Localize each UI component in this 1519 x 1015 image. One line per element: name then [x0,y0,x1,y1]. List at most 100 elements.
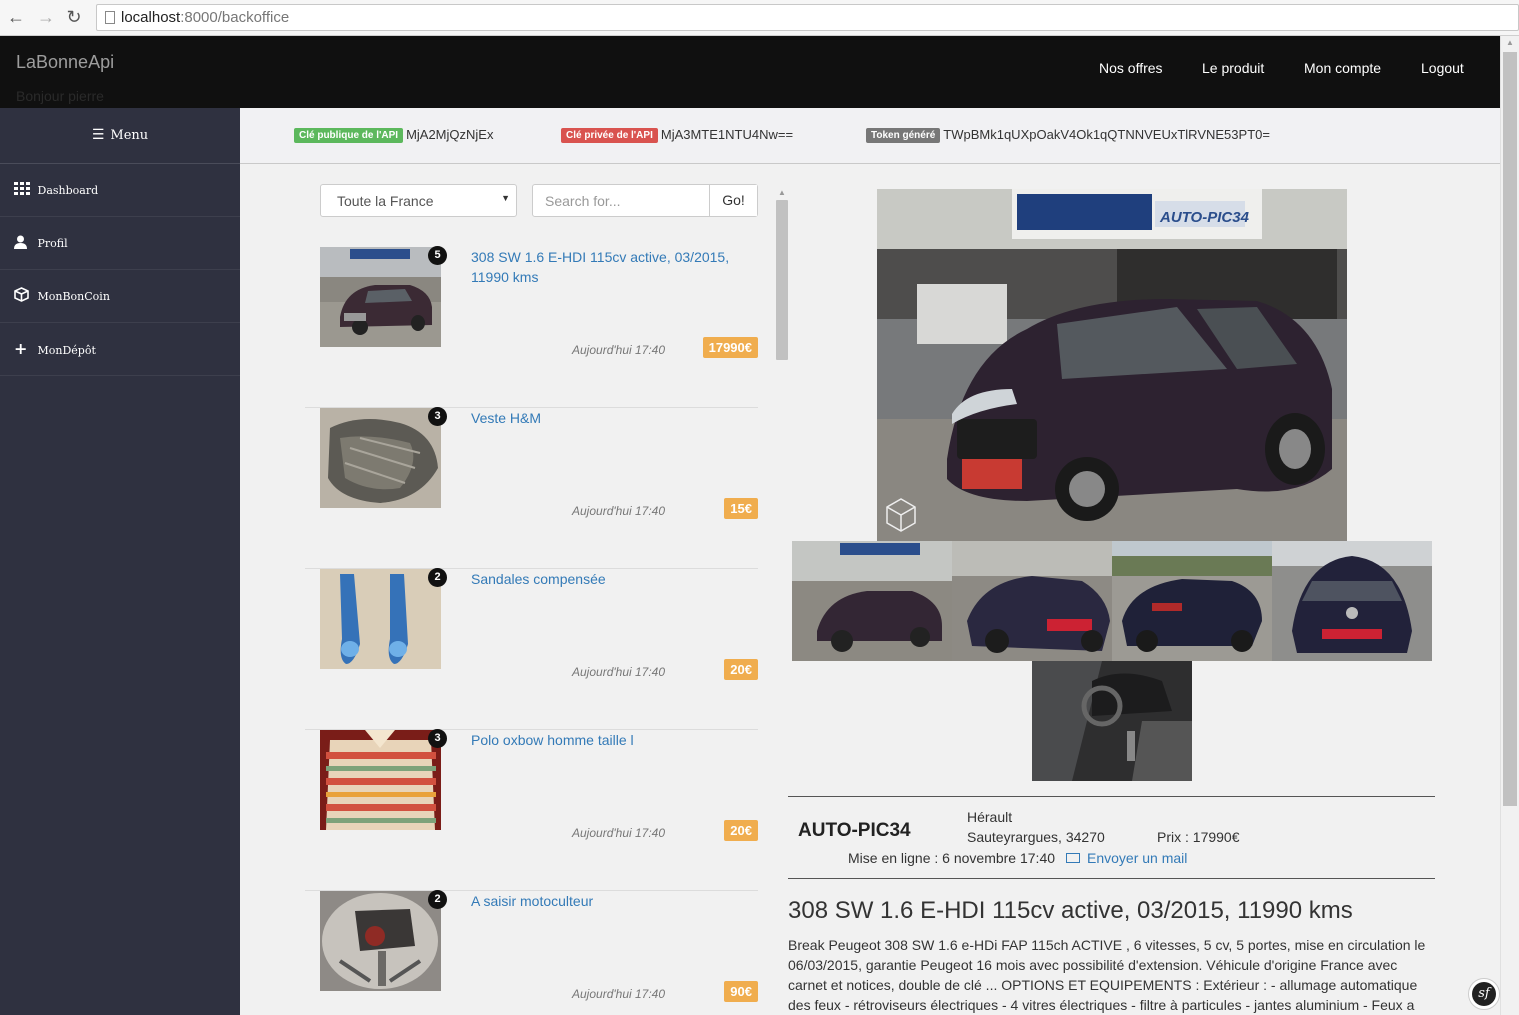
gallery-photo[interactable] [1272,541,1432,661]
region-select[interactable]: Toute la France ▼ [320,184,517,217]
seller-price: Prix : 17990€ [1157,829,1240,845]
private-key-label: Clé privée de l'API [561,128,658,143]
seller-city: Sauteyrargues, 34270 [967,829,1105,845]
sidebar-item-label: MonBonCoin [37,290,110,303]
nav-mon-compte[interactable]: Mon compte [1304,60,1381,76]
menu-label: Menu [110,128,149,143]
listing-thumbnail[interactable] [320,891,441,991]
scroll-up-arrow-icon[interactable]: ▲ [1506,38,1514,47]
region-selected-value: Toute la France [337,193,434,209]
browser-toolbar: ← → ↻ localhost:8000/backoffice [0,0,1519,36]
gallery-photo[interactable] [792,541,952,661]
listing-column: Toute la France ▼ Go! 5 308 SW 1.6 E-HDI… [305,164,783,1015]
token-group: Token généré TWpBMk1qUXpOakV4Ok1qQTNNVEUx… [866,127,1270,143]
ad-title: 308 SW 1.6 E-HDI 115cv active, 03/2015, … [788,897,1353,924]
scroll-up-arrow-icon[interactable]: ▲ [778,188,786,197]
send-mail-label: Envoyer un mail [1087,850,1188,866]
listing-title[interactable]: Veste H&M [471,408,751,428]
photo-count-badge: 3 [428,407,447,426]
plus-icon: + [14,339,28,358]
listing-thumbnail[interactable] [320,408,441,508]
envelope-icon [1066,853,1080,863]
url-path: :8000/backoffice [180,9,290,26]
page-scrollbar[interactable]: ▲ [1500,36,1519,1015]
gallery-photo[interactable] [952,541,1112,661]
send-mail-link[interactable]: Envoyer un mail [1066,850,1187,866]
photo-count-badge: 2 [428,890,447,909]
price-badge: 15€ [724,498,758,519]
photo-count-badge: 3 [428,729,447,748]
listing-title[interactable]: A saisir motoculteur [471,891,751,911]
caret-down-icon: ▼ [501,193,510,203]
seller-name: AUTO-PIC34 [798,820,911,841]
public-key-label: Clé publique de l'API [294,128,404,143]
grid-icon [14,164,34,216]
listing-thumbnail[interactable] [320,569,441,669]
listing-title[interactable]: Polo oxbow homme taille l [471,730,751,750]
sidebar-item-mondepot[interactable]: + MonDépôt [0,323,240,376]
list-item[interactable]: 2 A saisir motoculteur Aujourd'hui 17:40… [305,890,758,1015]
gallery-photo[interactable] [1112,541,1272,661]
sidebar-item-label: Profil [37,237,68,250]
address-bar[interactable]: localhost:8000/backoffice [96,4,1519,31]
private-key-value: MjA3MTE1NTU4Nw== [660,127,794,142]
cube-icon [14,270,34,322]
main-photo[interactable]: AUTO-PIC34 [877,189,1347,541]
nav-nos-offres[interactable]: Nos offres [1099,60,1163,76]
divider [788,878,1435,879]
price-badge: 90€ [724,981,758,1002]
divider [788,796,1435,797]
list-item[interactable]: 5 308 SW 1.6 E-HDI 115cv active, 03/2015… [305,246,758,408]
page-icon [105,11,115,24]
price-badge: 20€ [724,659,758,680]
api-keys-bar: Clé publique de l'API MjA2MjQzNjEx Clé pr… [240,108,1500,164]
public-key-value: MjA2MjQzNjEx [406,127,494,142]
scroll-thumb[interactable] [1503,52,1517,806]
search-input[interactable] [533,185,710,216]
listing-title[interactable]: Sandales compensée [471,569,751,589]
listing-thumbnail[interactable] [320,247,441,347]
search-go-button[interactable]: Go! [709,185,757,216]
menu-toggle[interactable]: ☰ Menu [0,108,240,164]
nav-le-produit[interactable]: Le produit [1202,60,1264,76]
list-item[interactable]: 3 Veste H&M Aujourd'hui 17:40 15€ [305,407,758,569]
symfony-toolbar-button[interactable]: sf [1468,978,1500,1010]
detail-column: AUTO-PIC34 AUTO-PIC34 Hérault Sauteyrarg… [788,164,1436,1015]
photo-count-badge: 2 [428,568,447,587]
listing-date: Aujourd'hui 17:40 [572,343,666,357]
gallery-photo[interactable] [1032,661,1192,781]
list-item[interactable]: 3 Polo oxbow homme taille l Aujourd'hui … [305,729,758,891]
private-key-group: Clé privée de l'API MjA3MTE1NTU4Nw== [561,127,793,143]
listing-thumbnail[interactable] [320,730,441,830]
sidebar: ☰ Menu Dashboard Profil MonBonCoin + MonD… [0,108,240,1015]
sidebar-item-profil[interactable]: Profil [0,217,240,270]
listing-date: Aujourd'hui 17:40 [572,826,666,840]
listing-title[interactable]: 308 SW 1.6 E-HDI 115cv active, 03/2015, … [471,247,751,287]
forward-arrow-icon[interactable]: → [36,7,56,27]
list-item[interactable]: 2 Sandales compensée Aujourd'hui 17:40 2… [305,568,758,730]
ad-description: Break Peugeot 308 SW 1.6 e-HDi FAP 115ch… [788,937,1426,1013]
brand-link[interactable]: LaBonneApi [16,52,114,73]
user-icon [14,217,34,269]
search-group: Go! [532,184,758,217]
online-date: Mise en ligne : 6 novembre 17:40 [848,850,1056,866]
sidebar-item-monboncoin[interactable]: MonBonCoin [0,270,240,323]
listing-date: Aujourd'hui 17:40 [572,665,666,679]
sidebar-item-dashboard[interactable]: Dashboard [0,164,240,217]
reload-icon[interactable]: ↻ [64,7,84,27]
sidebar-item-label: MonDépôt [37,344,96,357]
listing-date: Aujourd'hui 17:40 [572,987,666,1001]
back-arrow-icon[interactable]: ← [6,7,26,27]
sidebar-item-label: Dashboard [37,184,99,197]
public-key-group: Clé publique de l'API MjA2MjQzNjEx [294,127,493,143]
seller-region: Hérault [967,809,1013,825]
price-badge: 17990€ [702,337,758,358]
main-photo-banner: AUTO-PIC34 [1159,209,1250,226]
symfony-logo-icon: sf [1472,982,1496,1006]
scroll-thumb[interactable] [776,200,788,360]
top-navbar: LaBonneApi Bonjour pierre Nos offres Le … [0,36,1500,108]
nav-logout[interactable]: Logout [1421,60,1464,76]
photo-count-badge: 5 [428,246,447,265]
token-value: TWpBMk1qUXpOakV4Ok1qQTNNVEUxTlRVNE53PT0= [943,127,1270,142]
listing-scrollbar[interactable]: ▲ [775,188,788,1015]
